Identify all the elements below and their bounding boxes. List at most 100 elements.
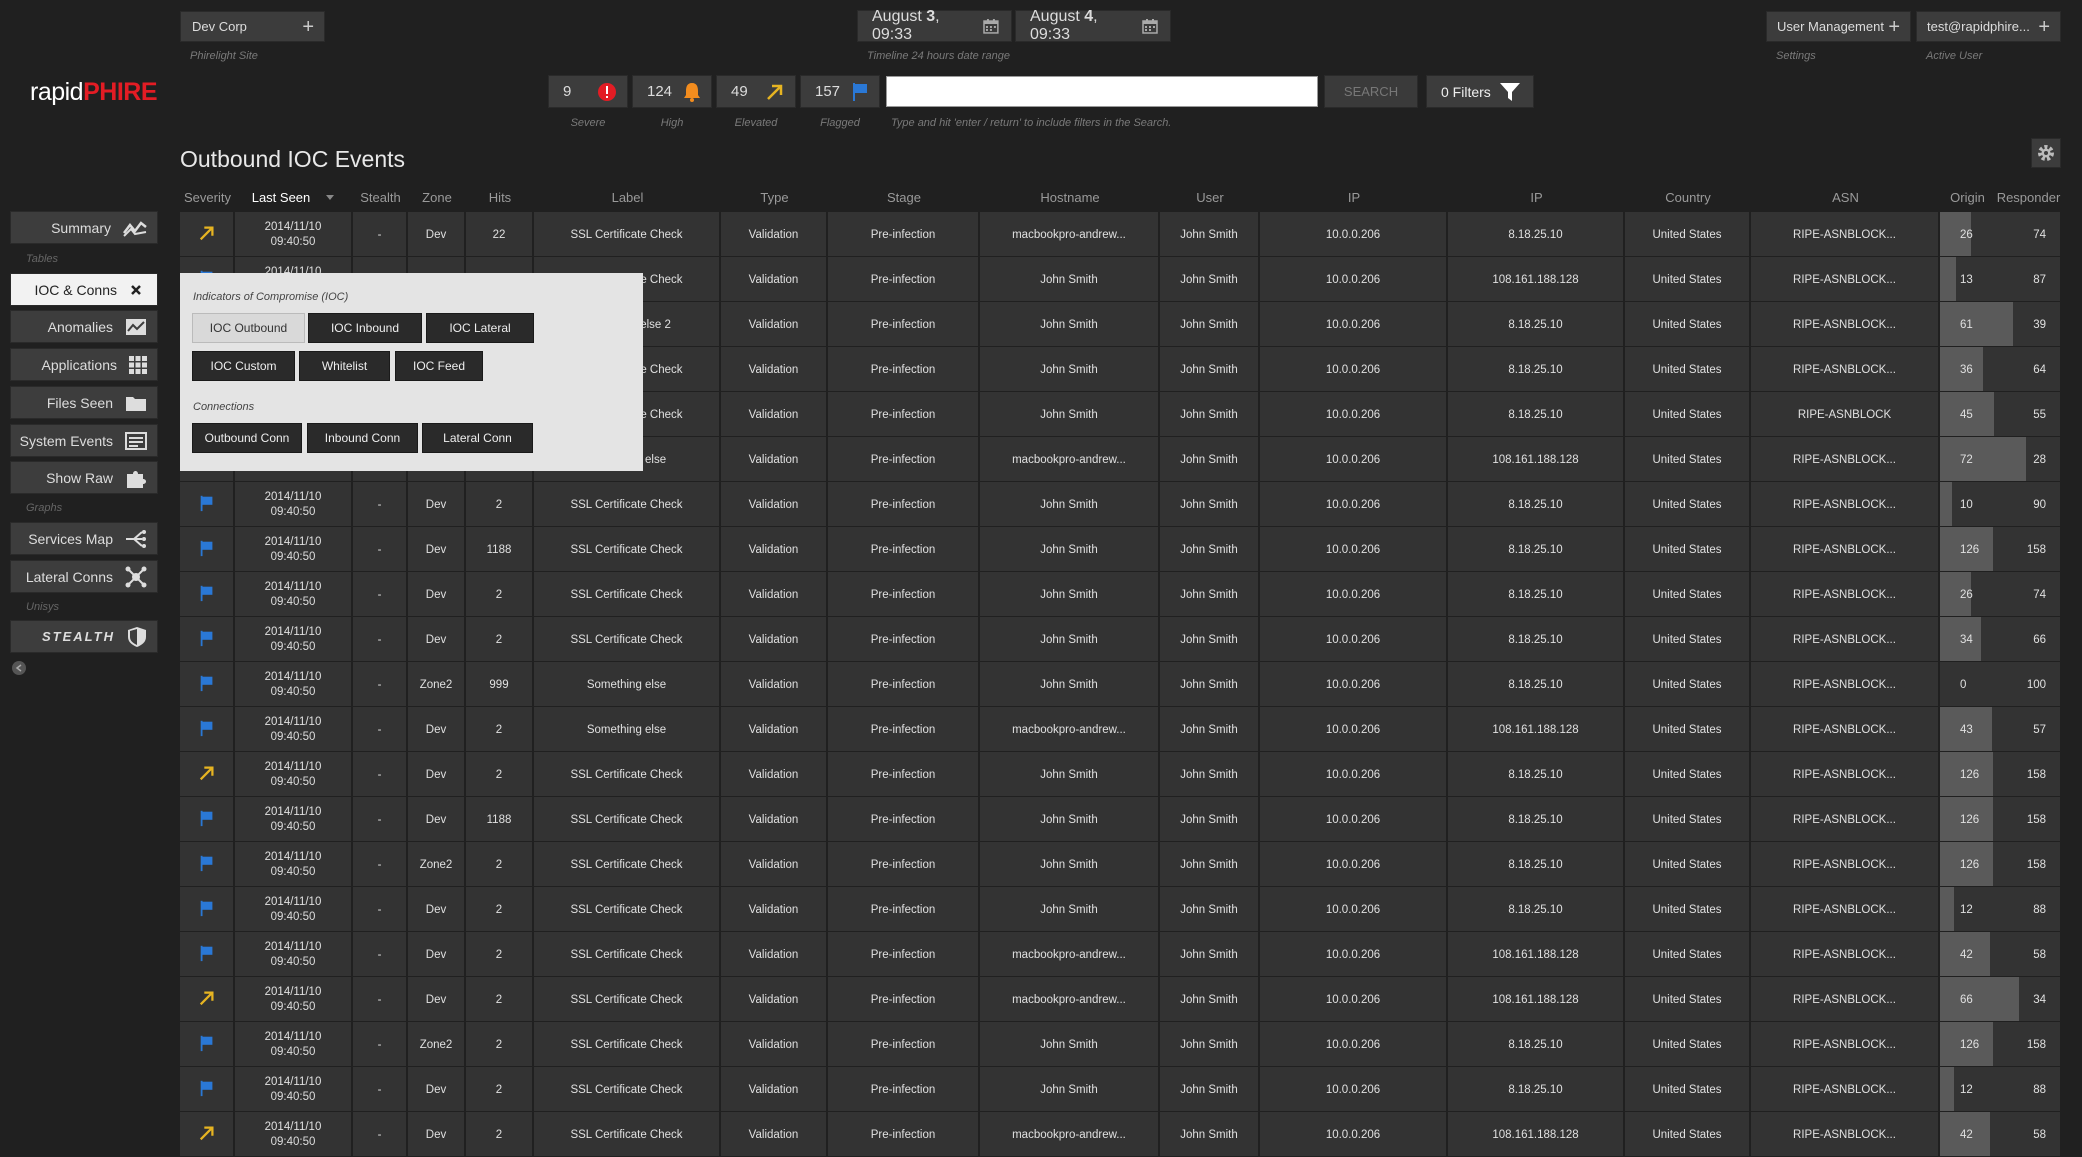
column-header[interactable]: Origin xyxy=(1940,182,1995,212)
column-header[interactable]: Type xyxy=(721,182,828,212)
table-row[interactable]: 2014/11/10 09:40:50- Dev 1188 SSL Certificat… xyxy=(180,527,2062,572)
table-row[interactable]: 2014/11/1009:40:50-Dev2SSL Certificate C… xyxy=(180,1112,2062,1157)
source-ip-cell: 10.0.0.206 xyxy=(1260,482,1448,527)
responder-value: 55 xyxy=(2033,408,2046,421)
asn-cell: RIPE-ASNBLOCK... xyxy=(1751,347,1940,392)
table-row[interactable]: 2014/11/10 09:40:50- Zone2 2 SSL Certificate… xyxy=(180,1022,2062,1067)
type-cell: Validation xyxy=(721,707,828,752)
outbound-conn-button[interactable]: Outbound Conn xyxy=(192,423,302,453)
label-cell: SSL Certificate Check xyxy=(534,527,721,572)
zone-cell: Dev xyxy=(408,977,466,1022)
table-row[interactable]: 2014/11/10 09:40:50- Dev 1188 SSL Certificat… xyxy=(180,797,2062,842)
dest-ip-cell: 8.18.25.10 xyxy=(1448,887,1625,932)
last-seen-time: 09:40:50 xyxy=(270,820,316,833)
column-header[interactable]: Stealth xyxy=(353,182,408,212)
zone-cell: Dev xyxy=(408,1067,466,1112)
sidebar-item-ioc-conns[interactable]: IOC & Conns xyxy=(10,273,158,306)
country-cell: United States xyxy=(1625,887,1751,932)
asn-cell: RIPE-ASNBLOCK... xyxy=(1751,572,1940,617)
site-selector[interactable]: Dev Corp + xyxy=(180,11,325,42)
asn-cell: RIPE-ASNBLOCK... xyxy=(1751,1112,1940,1157)
source-ip-cell: 10.0.0.206 xyxy=(1260,617,1448,662)
stage-cell: Pre-infection xyxy=(828,662,980,707)
column-header[interactable]: Last Seen xyxy=(235,182,353,212)
table-row[interactable]: 2014/11/1009:40:50-Dev2SSL Certificate C… xyxy=(180,932,2062,977)
hostname-cell: macbookpro-andrew... xyxy=(980,437,1160,482)
zone-cell: Dev xyxy=(408,1112,466,1157)
origin-ratio-bar xyxy=(1940,302,2014,346)
table-row[interactable]: 2014/11/10 09:40:50- Dev 22 SSL Certificate … xyxy=(180,212,2062,257)
zone-cell: Dev xyxy=(408,617,466,662)
table-row[interactable]: 2014/11/10 09:40:50- Zone2 999 Something els… xyxy=(180,662,2062,707)
ioc-lateral-button[interactable]: IOC Lateral xyxy=(426,313,534,343)
flagged-counter[interactable]: 157 xyxy=(800,75,880,108)
column-header[interactable]: Responder xyxy=(1995,182,2062,212)
close-icon[interactable] xyxy=(129,283,143,297)
ioc-inbound-button[interactable]: IOC Inbound xyxy=(308,313,422,343)
table-row[interactable]: 2014/11/1009:40:50-Dev2SSL Certificate C… xyxy=(180,572,2062,617)
filters-button[interactable]: 0 Filters xyxy=(1426,75,1534,108)
table-row[interactable]: 2014/11/1009:40:50-Dev2SSL Certificate C… xyxy=(180,977,2062,1022)
search-button[interactable]: SEARCH xyxy=(1324,75,1418,108)
user-management-button[interactable]: User Management + xyxy=(1766,11,1911,42)
sidebar-item-lateral-conns[interactable]: Lateral Conns xyxy=(10,560,158,593)
table-row[interactable]: 2014/11/1009:40:50-Dev2SSL Certificate C… xyxy=(180,1067,2062,1112)
country-cell: United States xyxy=(1625,257,1751,302)
whitelist-button[interactable]: Whitelist xyxy=(299,351,390,381)
date-to-picker[interactable]: August 4, 09:33 xyxy=(1015,8,1171,43)
hits-cell: 2 xyxy=(466,617,534,662)
column-header[interactable]: IP xyxy=(1260,182,1448,212)
ioc-outbound-button[interactable]: IOC Outbound xyxy=(192,313,305,343)
hits-cell: 2 xyxy=(466,707,534,752)
last-seen-date: 2014/11/10 xyxy=(264,1076,322,1089)
date-from-picker[interactable]: August 3, 09:33 xyxy=(857,8,1012,43)
hostname-cell: John Smith xyxy=(980,572,1160,617)
inbound-conn-button[interactable]: Inbound Conn xyxy=(307,423,418,453)
sidebar-item-applications[interactable]: Applications xyxy=(10,348,158,381)
sidebar-item-anomalies[interactable]: Anomalies xyxy=(10,310,158,343)
column-header[interactable]: Hostname xyxy=(980,182,1160,212)
source-ip-cell: 10.0.0.206 xyxy=(1260,1067,1448,1112)
dest-ip-cell: 108.161.188.128 xyxy=(1448,1112,1625,1157)
column-header[interactable]: Hits xyxy=(466,182,534,212)
table-row[interactable]: 2014/11/1009:40:50-Dev2SSL Certificate C… xyxy=(180,617,2062,662)
table-row[interactable]: 2014/11/1009:40:50-Dev2Something elseVal… xyxy=(180,707,2062,752)
label-cell: Something else xyxy=(534,662,721,707)
search-input[interactable] xyxy=(886,76,1318,107)
ioc-custom-button[interactable]: IOC Custom xyxy=(192,351,295,381)
table-row[interactable]: 2014/11/10 09:40:50- Zone2 2 SSL Certificate… xyxy=(180,842,2062,887)
column-header[interactable]: IP xyxy=(1448,182,1625,212)
severe-counter[interactable]: 9 xyxy=(548,75,628,108)
column-header[interactable]: Severity xyxy=(180,182,235,212)
sidebar-item-stealth[interactable]: STEALTH xyxy=(10,620,158,653)
user-cell: John Smith xyxy=(1160,977,1260,1022)
elevated-counter[interactable]: 49 xyxy=(716,75,796,108)
sidebar-item-system-events[interactable]: System Events xyxy=(10,424,158,457)
column-header[interactable]: Country xyxy=(1625,182,1751,212)
column-header[interactable]: Label xyxy=(534,182,721,212)
site-caption: Phirelight Site xyxy=(190,50,258,62)
dest-ip-cell: 8.18.25.10 xyxy=(1448,527,1625,572)
column-header[interactable]: ASN xyxy=(1751,182,1940,212)
table-row[interactable]: 2014/11/1009:40:50-Dev2SSL Certificate C… xyxy=(180,482,2062,527)
sidebar-item-show-raw[interactable]: Show Raw xyxy=(10,461,158,494)
column-header[interactable]: Stage xyxy=(828,182,980,212)
ioc-feed-button[interactable]: IOC Feed xyxy=(395,351,483,381)
responder-value: 158 xyxy=(2026,543,2046,556)
asn-cell: RIPE-ASNBLOCK... xyxy=(1751,977,1940,1022)
column-header[interactable]: User xyxy=(1160,182,1260,212)
active-user-button[interactable]: test@rapidphire... + xyxy=(1916,11,2061,42)
sidebar-item-files-seen[interactable]: Files Seen xyxy=(10,386,158,419)
high-counter[interactable]: 124 xyxy=(632,75,712,108)
table-row[interactable]: 2014/11/1009:40:50-Dev2SSL Certificate C… xyxy=(180,887,2062,932)
type-cell: Validation xyxy=(721,212,828,257)
column-header[interactable]: Zone xyxy=(408,182,466,212)
table-settings-button[interactable] xyxy=(2031,138,2061,168)
sidebar-item-summary[interactable]: Summary xyxy=(10,211,158,244)
hostname-cell: John Smith xyxy=(980,482,1160,527)
collapse-sidebar-button[interactable] xyxy=(12,661,26,675)
lateral-conn-button[interactable]: Lateral Conn xyxy=(422,423,533,453)
sidebar-item-services-map[interactable]: Services Map xyxy=(10,522,158,555)
last-seen-cell: 2014/11/1009:40:50 xyxy=(235,707,353,752)
table-row[interactable]: 2014/11/1009:40:50-Dev2SSL Certificate C… xyxy=(180,752,2062,797)
